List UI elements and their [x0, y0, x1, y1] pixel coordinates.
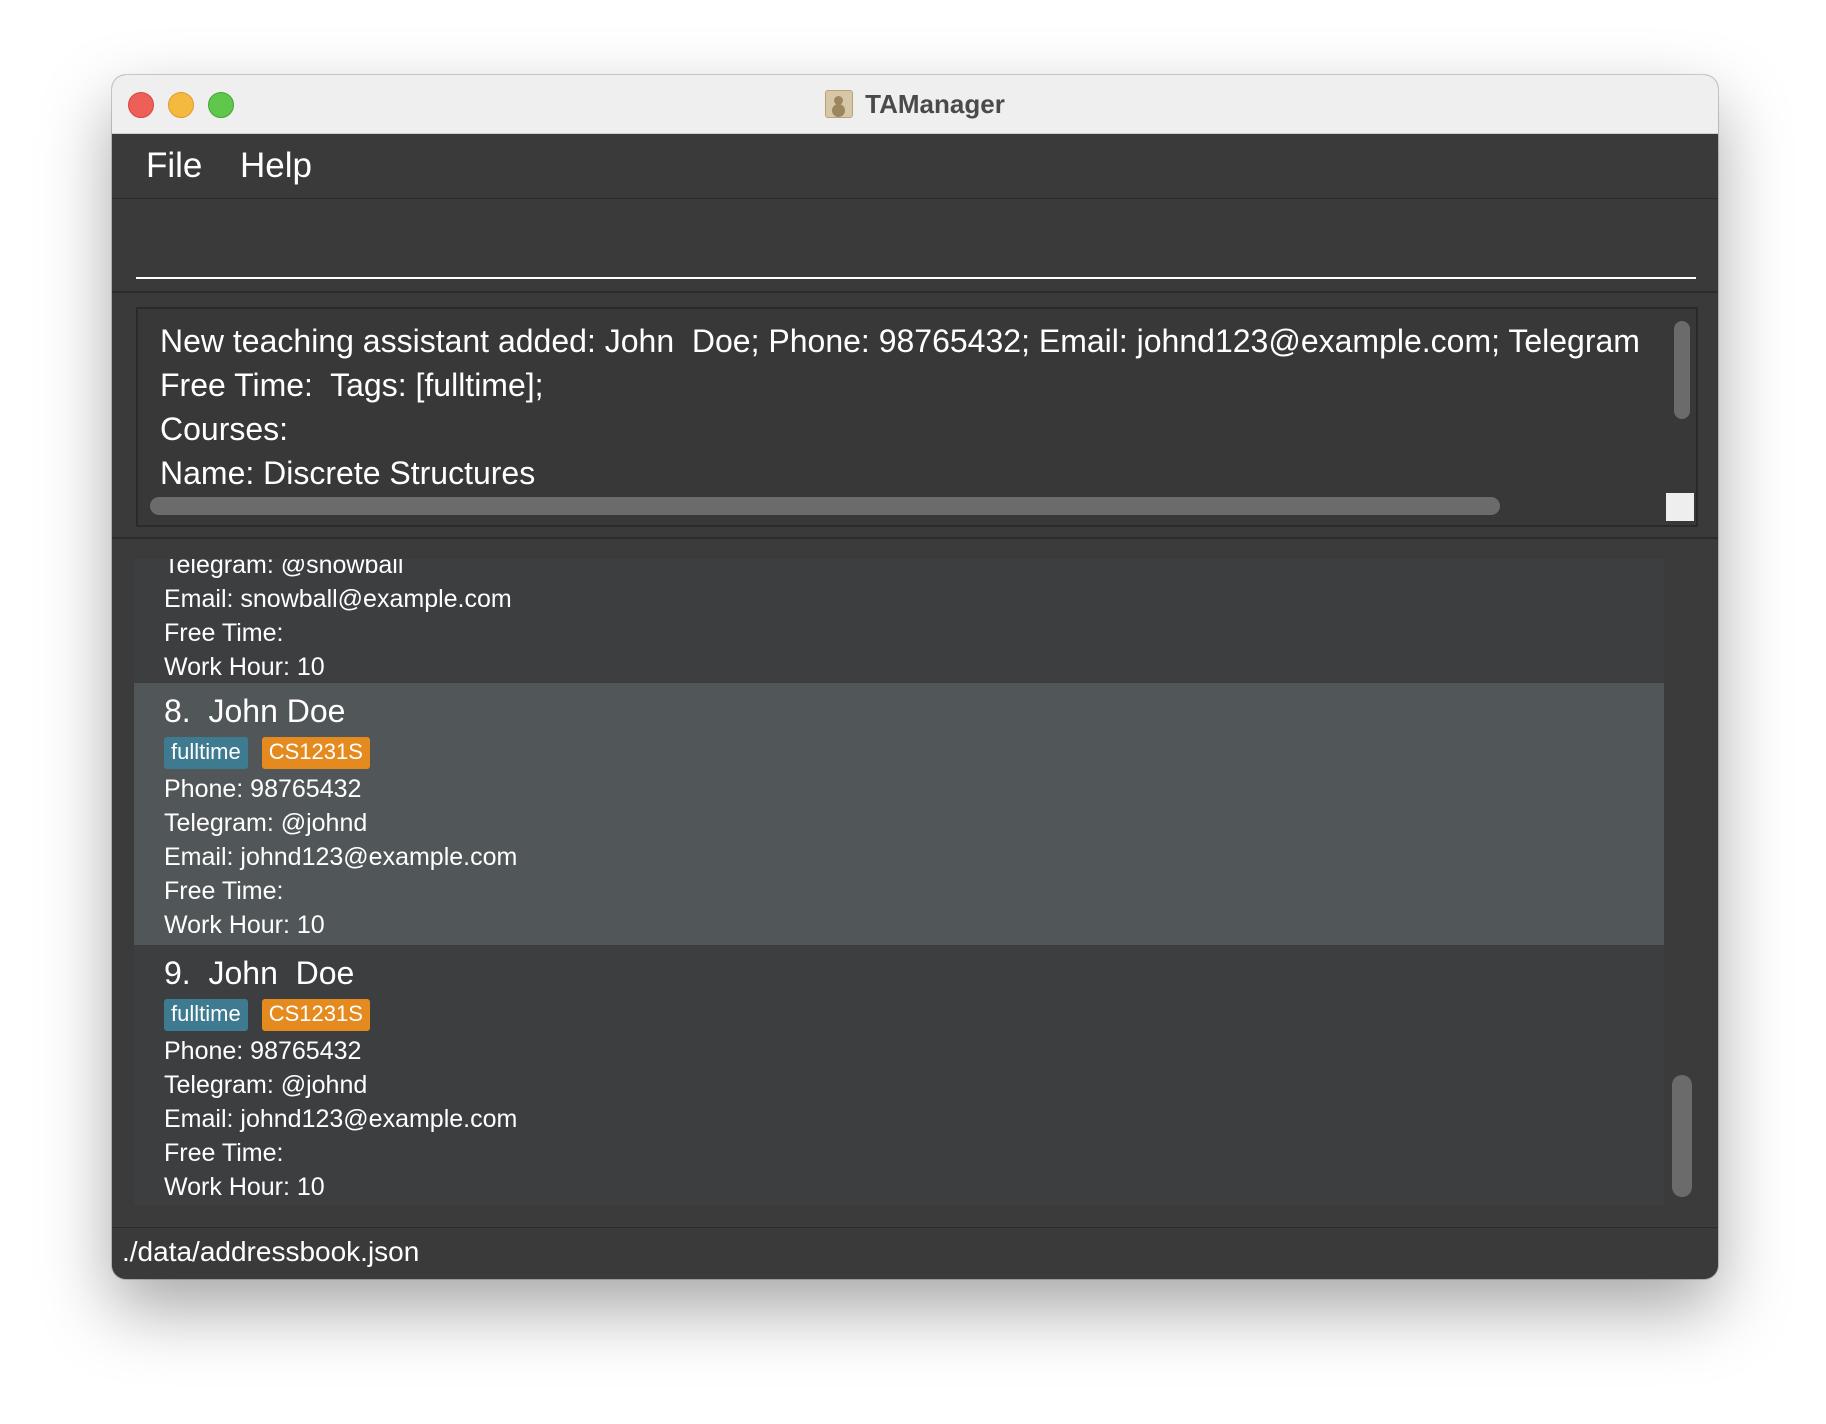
result-line: New teaching assistant added: John Doe; …: [160, 323, 1640, 359]
scroll-corner: [1666, 493, 1694, 521]
list-item[interactable]: Telegram: @snowball Email: snowball@exam…: [134, 559, 1664, 681]
result-line: Courses:: [160, 411, 289, 447]
address-book-icon: [825, 90, 854, 118]
title-wrap: TAManager: [112, 75, 1718, 133]
tag-list: fulltime CS1231S: [164, 999, 370, 1031]
work-hour-text: Work Hour: 10: [164, 1173, 325, 1201]
email-text: Email: snowball@example.com: [164, 585, 512, 613]
menu-file[interactable]: File: [146, 146, 202, 186]
list-item[interactable]: 9. John Doe fulltime CS1231S Phone: 9876…: [134, 945, 1664, 1205]
ta-list-panel: Telegram: @snowball Email: snowball@exam…: [112, 539, 1718, 1225]
ta-name: 8. John Doe: [164, 693, 346, 729]
ta-list[interactable]: Telegram: @snowball Email: snowball@exam…: [134, 559, 1664, 1205]
list-vertical-scrollbar[interactable]: [1672, 1075, 1692, 1197]
work-hour-text: Work Hour: 10: [164, 911, 325, 939]
course-badge: CS1231S: [261, 737, 370, 769]
telegram-text: Telegram: @johnd: [164, 1071, 368, 1099]
window-title: TAManager: [865, 88, 1005, 119]
telegram-text: Telegram: @johnd: [164, 809, 368, 837]
list-item[interactable]: 8. John Doe fulltime CS1231S Phone: 9876…: [134, 683, 1664, 945]
command-area: [112, 199, 1718, 293]
free-time-text: Free Time:: [164, 1139, 284, 1167]
data-file-path: ./data/addressbook.json: [122, 1236, 420, 1267]
tag-badge: fulltime: [164, 999, 248, 1031]
free-time-text: Free Time:: [164, 619, 284, 647]
course-badge: CS1231S: [261, 999, 370, 1031]
free-time-text: Free Time:: [164, 877, 284, 905]
menu-help[interactable]: Help: [240, 146, 312, 186]
app-window: TAManager File Help New teaching assista…: [112, 75, 1718, 1279]
work-hour-text: Work Hour: 10: [164, 653, 325, 681]
result-line: Name: Discrete Structures: [160, 455, 536, 491]
result-display[interactable]: New teaching assistant added: John Doe; …: [136, 307, 1698, 527]
result-area: New teaching assistant added: John Doe; …: [112, 293, 1718, 539]
menu-bar: File Help: [112, 134, 1718, 199]
result-horizontal-scrollbar[interactable]: [150, 497, 1500, 515]
phone-text: Phone: 98765432: [164, 775, 362, 803]
tag-list: fulltime CS1231S: [164, 737, 370, 769]
command-input[interactable]: [136, 219, 1696, 279]
status-bar: ./data/addressbook.json: [112, 1227, 1718, 1279]
email-text: Email: johnd123@example.com: [164, 1105, 518, 1133]
result-vertical-scrollbar[interactable]: [1674, 321, 1690, 419]
ta-name: 9. John Doe: [164, 955, 355, 991]
title-bar: TAManager: [112, 75, 1718, 134]
phone-text: Phone: 98765432: [164, 1037, 362, 1065]
result-line: Free Time: Tags: [fulltime];: [160, 367, 544, 403]
telegram-text: Telegram: @snowball: [164, 559, 404, 579]
result-text: New teaching assistant added: John Doe; …: [160, 319, 1660, 495]
email-text: Email: johnd123@example.com: [164, 843, 518, 871]
tag-badge: fulltime: [164, 737, 248, 769]
